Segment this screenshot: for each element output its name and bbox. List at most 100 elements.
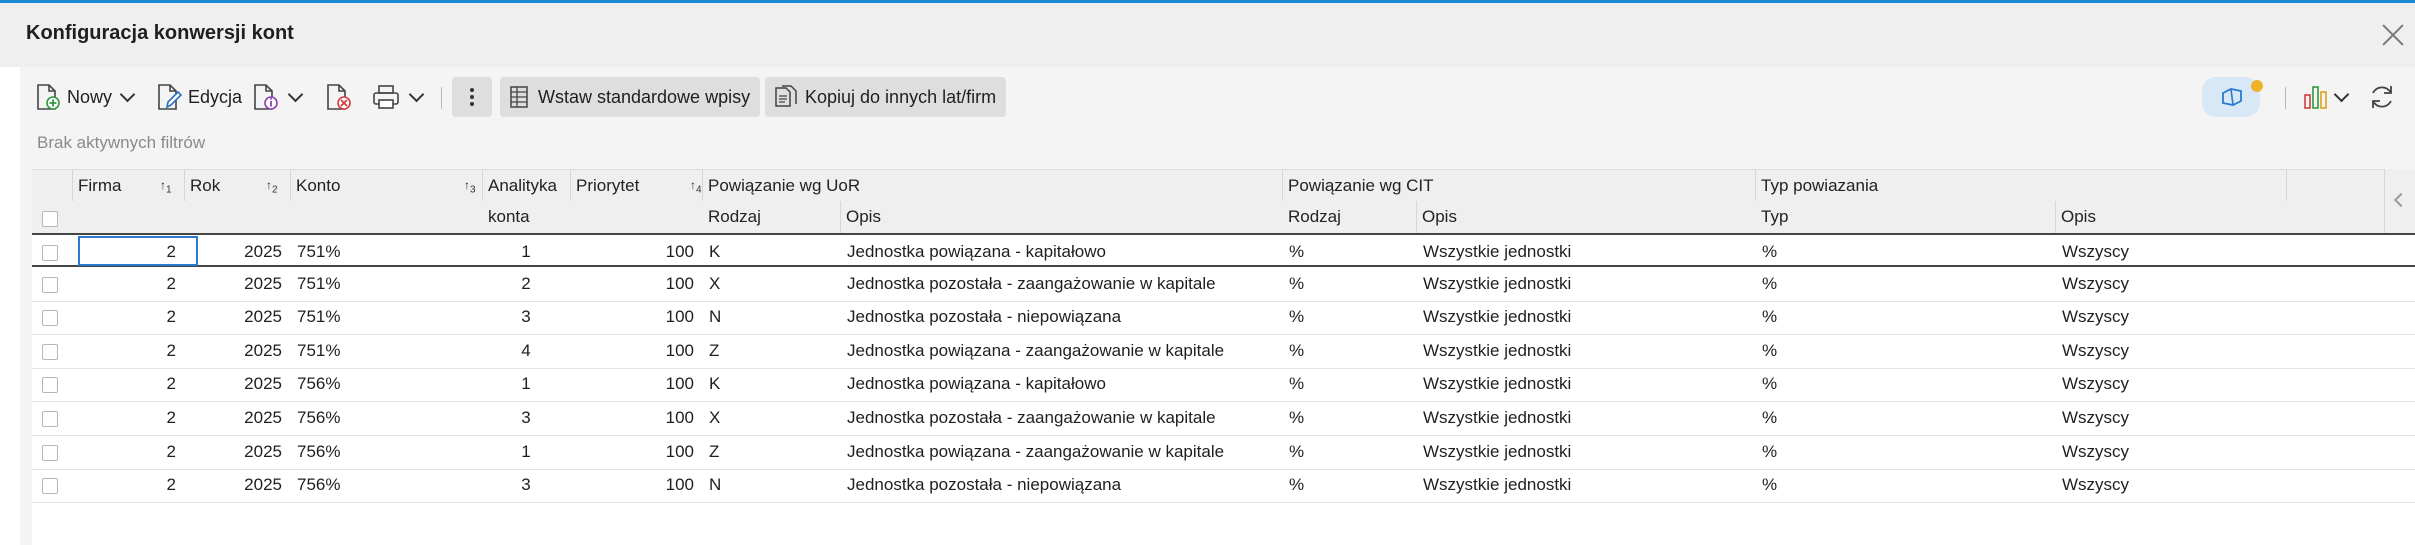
cell-konto[interactable]: 751% [290,235,482,268]
cell-cit-rodzaj[interactable]: % [1282,435,1416,468]
cell-typ[interactable]: % [1755,267,2055,300]
cell-uor-opis[interactable]: Jednostka pozostała - niepowiązana [840,468,1282,501]
row-checkbox[interactable] [42,276,58,293]
cell-uor-opis[interactable]: Jednostka powiązana - zaangażowanie w ka… [840,435,1282,468]
cell-typ-opis[interactable]: Wszyscy [2055,267,2286,300]
cell-typ-opis[interactable]: Wszyscy [2055,334,2286,367]
cell-typ-opis[interactable]: Wszyscy [2055,468,2286,501]
cell-uor-opis[interactable]: Jednostka pozostała - niepowiązana [840,300,1282,333]
close-icon[interactable] [2379,21,2407,49]
cell-cit-rodzaj[interactable]: % [1282,334,1416,367]
cell-typ-opis[interactable]: Wszyscy [2055,401,2286,434]
chart-button[interactable] [2302,77,2350,117]
delete-button[interactable] [325,77,353,117]
col-cit-opis-header[interactable]: Opis [1416,201,1746,233]
new-button[interactable]: Nowy [35,77,136,117]
table-row[interactable]: 2 2025 751% 4 100 Z Jednostka powiązana - zaan… [32,334,2415,369]
print-button[interactable] [371,77,425,117]
cell-analityka[interactable]: 3 [482,300,570,333]
cell-typ-opis[interactable]: Wszyscy [2055,300,2286,333]
cell-rok[interactable]: 2025 [184,367,290,400]
cell-cit-opis[interactable]: Wszystkie jednostki [1416,367,1755,400]
cell-uor-rodzaj[interactable]: Z [702,334,840,367]
cell-cit-opis[interactable]: Wszystkie jednostki [1416,235,1755,268]
cell-typ-opis[interactable]: Wszyscy [2055,435,2286,468]
cell-priorytet[interactable]: 100 [570,267,702,300]
col-konto-header[interactable]: Konto [290,170,370,202]
cell-priorytet[interactable]: 100 [570,468,702,501]
table-row[interactable]: 2 2025 756% 1 100 Z Jednostka powiązana - zaan… [32,435,2415,470]
copy-to-years-button[interactable]: Kopiuj do innych lat/firm [765,77,1007,117]
sort-asc-icon[interactable]: ↑2 [266,178,278,195]
cell-uor-rodzaj[interactable]: K [702,235,840,268]
row-checkbox[interactable] [42,411,58,427]
cell-priorytet[interactable]: 100 [570,300,702,333]
cell-rok[interactable]: 2025 [184,300,290,333]
cell-uor-rodzaj[interactable]: X [702,267,840,300]
cell-typ[interactable]: % [1755,468,2055,501]
chevron-down-icon[interactable] [119,86,136,102]
cell-uor-opis[interactable]: Jednostka pozostała - zaangażowanie w ka… [840,267,1282,300]
col-uor-rodzaj-header[interactable]: Rodzaj [702,201,842,233]
cell-typ[interactable]: % [1755,367,2055,400]
cell-cit-rodzaj[interactable]: % [1282,401,1416,434]
cell-priorytet[interactable]: 100 [570,435,702,468]
col-typ-opis-header[interactable]: Opis [2055,201,2285,233]
cell-uor-rodzaj[interactable]: Z [702,435,840,468]
cell-typ[interactable]: % [1755,435,2055,468]
cell-firma[interactable]: 2 [72,401,184,434]
table-row[interactable]: 2 2025 751% 1 100 K Jednostka powiązana - kapi… [32,233,2415,267]
cell-analityka[interactable]: 3 [482,401,570,434]
cell-rok[interactable]: 2025 [184,401,290,434]
cell-konto[interactable]: 756% [290,401,482,434]
cell-firma[interactable]: 2 [72,435,184,468]
cell-priorytet[interactable]: 100 [570,334,702,367]
cell-uor-rodzaj[interactable]: N [702,300,840,333]
cell-firma[interactable]: 2 [72,468,184,501]
cell-firma[interactable]: 2 [72,267,184,300]
cell-typ[interactable]: % [1755,401,2055,434]
cell-typ[interactable]: % [1755,334,2055,367]
cell-konto[interactable]: 751% [290,334,482,367]
cell-cit-rodzaj[interactable]: % [1282,300,1416,333]
cell-priorytet[interactable]: 100 [570,235,702,268]
cell-cit-rodzaj[interactable]: % [1282,468,1416,501]
row-checkbox[interactable] [42,377,58,394]
cell-konto[interactable]: 756% [290,367,482,400]
sort-asc-icon[interactable]: ↑3 [464,178,476,195]
cell-uor-opis[interactable]: Jednostka powiązana - kapitałowo [840,367,1282,400]
select-all-checkbox[interactable] [42,211,58,227]
table-row[interactable]: 2 2025 756% 3 100 X Jednostka pozostała - zaan… [32,401,2415,436]
cell-rok[interactable]: 2025 [184,468,290,501]
cell-typ-opis[interactable]: Wszyscy [2055,367,2286,400]
cell-typ-opis[interactable]: Wszyscy [2055,235,2286,268]
cell-uor-opis[interactable]: Jednostka powiązana - zaangażowanie w ka… [840,334,1282,367]
cell-analityka[interactable]: 1 [482,367,570,400]
more-actions-button[interactable] [452,77,492,117]
row-checkbox[interactable] [42,310,58,327]
cell-priorytet[interactable]: 100 [570,367,702,400]
cell-uor-opis[interactable]: Jednostka pozostała - zaangażowanie w ka… [840,401,1282,434]
details-button[interactable] [252,77,304,117]
chevron-down-icon[interactable] [2333,86,2350,102]
cell-konto[interactable]: 751% [290,267,482,300]
table-row[interactable]: 2 2025 751% 3 100 N Jednostka pozostała - niep… [32,300,2415,336]
cell-analityka[interactable]: 1 [482,235,570,268]
row-checkbox[interactable] [42,478,58,495]
chevron-down-icon[interactable] [287,86,304,102]
cell-firma[interactable]: 2 [72,334,184,367]
table-row[interactable]: 2 2025 756% 1 100 K Jednostka powiązana - kapi… [32,367,2415,403]
sort-asc-icon[interactable]: ↑1 [160,178,172,195]
cell-konto[interactable]: 751% [290,300,482,333]
cell-uor-rodzaj[interactable]: X [702,401,840,434]
row-checkbox[interactable] [42,245,58,261]
col-uor-opis-header[interactable]: Opis [840,201,1280,233]
cell-cit-opis[interactable]: Wszystkie jednostki [1416,267,1755,300]
table-row[interactable]: 2 2025 751% 2 100 X Jednostka pozostała - zaan… [32,267,2415,302]
cell-cit-opis[interactable]: Wszystkie jednostki [1416,468,1755,501]
cell-analityka[interactable]: 4 [482,334,570,367]
cell-analityka[interactable]: 1 [482,435,570,468]
sort-asc-icon[interactable]: ↑4 [690,178,702,195]
cell-uor-rodzaj[interactable]: K [702,367,840,400]
cell-cit-opis[interactable]: Wszystkie jednostki [1416,435,1755,468]
